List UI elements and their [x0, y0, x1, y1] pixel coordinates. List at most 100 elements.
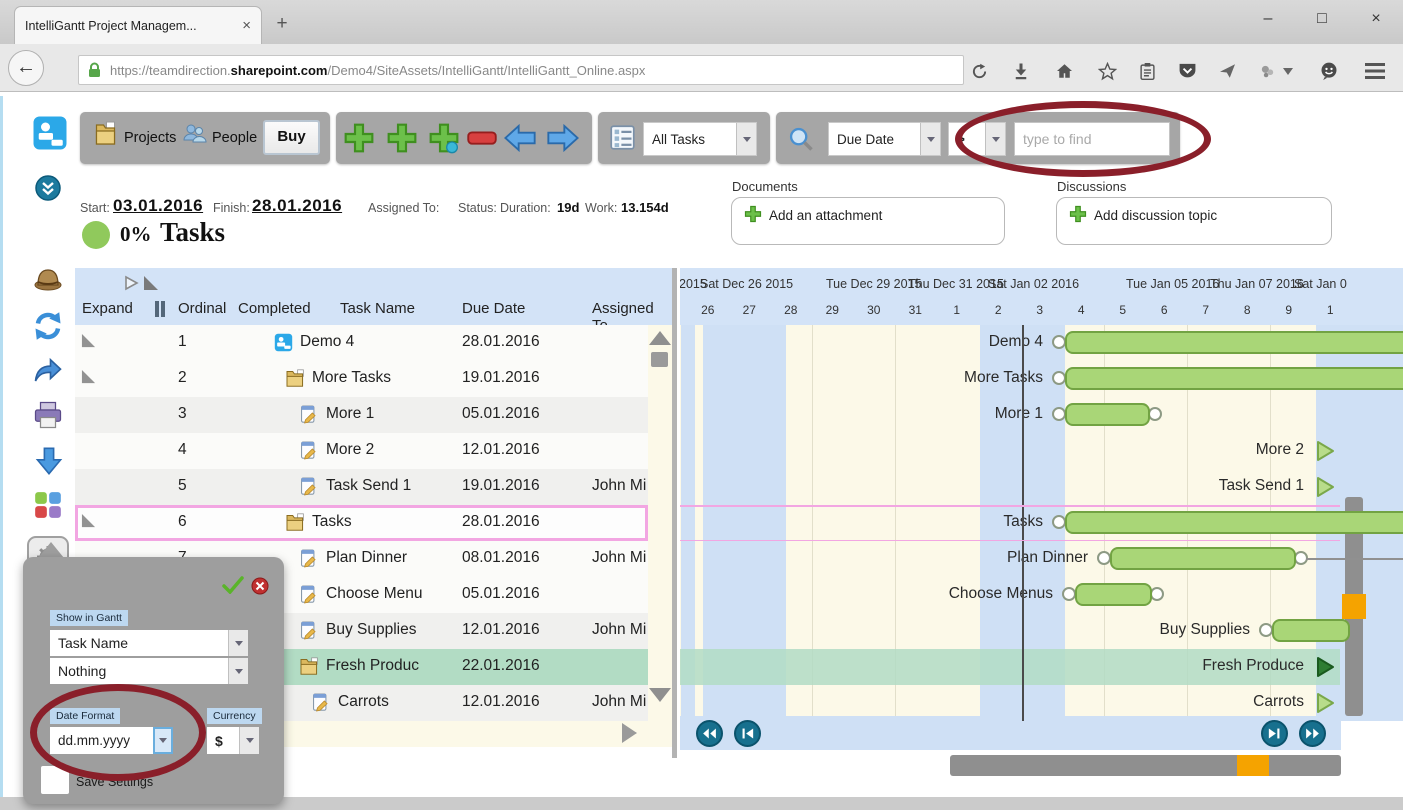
add-attachment-plus-icon[interactable]	[744, 205, 762, 228]
apply-check-icon[interactable]	[222, 576, 244, 599]
row-task-name[interactable]: Choose Menu	[326, 585, 423, 603]
link-handle-icon[interactable]	[1148, 407, 1162, 421]
show-in-gantt-select-2[interactable]: Nothing	[50, 658, 248, 684]
back-button[interactable]: ←	[8, 50, 44, 86]
table-row[interactable]: 3 More 1 05.01.2016	[75, 397, 648, 433]
col-task-name[interactable]: Task Name	[340, 300, 415, 317]
pocket-icon[interactable]	[1174, 58, 1200, 84]
table-row[interactable]: 6 Tasks 28.01.2016	[75, 505, 648, 541]
chat-smiley-icon[interactable]	[1316, 58, 1342, 84]
gantt-bar[interactable]	[1075, 583, 1152, 606]
chevron-down-icon[interactable]	[228, 658, 248, 684]
start-value[interactable]: 03.01.2016	[113, 196, 203, 216]
chevron-down-icon[interactable]	[239, 727, 259, 754]
plugin-dropdown-icon[interactable]	[1280, 58, 1296, 84]
window-minimize-button[interactable]: –	[1248, 6, 1288, 32]
add-attachment-button[interactable]: Add an attachment	[769, 208, 882, 223]
row-task-name[interactable]: Fresh Produc	[326, 657, 419, 675]
projects-button[interactable]: Projects	[124, 130, 176, 146]
gantt-vscroll-thumb[interactable]	[1342, 594, 1366, 619]
tab-close-icon[interactable]: ×	[242, 17, 251, 34]
download-icon[interactable]	[1008, 58, 1034, 84]
table-scrollbar[interactable]	[648, 325, 672, 721]
splitter-bar-icon[interactable]	[155, 301, 159, 317]
delete-task-icon[interactable]	[467, 131, 497, 150]
add-task-icon[interactable]	[343, 122, 375, 159]
search-field-select[interactable]: Due Date	[828, 122, 941, 156]
add-special-task-icon[interactable]	[428, 122, 460, 159]
gantt-bar[interactable]	[1272, 619, 1350, 642]
gantt-bar[interactable]	[1065, 511, 1403, 534]
cancel-x-icon[interactable]	[251, 577, 269, 600]
row-task-name[interactable]: Demo 4	[300, 333, 354, 351]
gantt-page-left-button[interactable]	[696, 720, 723, 747]
show-in-gantt-select-1[interactable]: Task Name	[50, 630, 248, 656]
currency-select[interactable]: $	[207, 727, 259, 754]
gantt-hscrollbar[interactable]	[950, 755, 1341, 776]
reload-icon[interactable]	[966, 58, 992, 84]
scroll-up-icon[interactable]	[649, 331, 671, 345]
row-task-name[interactable]: More 2	[326, 441, 374, 459]
table-row[interactable]: 2 More Tasks 19.01.2016	[75, 361, 648, 397]
link-handle-icon[interactable]	[1259, 623, 1273, 637]
sync-icon[interactable]	[33, 311, 63, 346]
new-tab-button[interactable]: +	[268, 12, 296, 38]
indent-arrow-icon[interactable]	[547, 123, 580, 157]
col-expand[interactable]: Expand	[82, 300, 133, 317]
col-ordinal[interactable]: Ordinal	[178, 300, 226, 317]
row-collapse-icon[interactable]	[81, 513, 96, 533]
table-row[interactable]: 4 More 2 12.01.2016	[75, 433, 648, 469]
bookmark-star-icon[interactable]	[1094, 58, 1120, 84]
chevron-down-icon[interactable]	[736, 123, 756, 155]
row-task-name[interactable]: Plan Dinner	[326, 549, 407, 567]
buy-button[interactable]: Buy	[263, 120, 320, 155]
color-grid-icon[interactable]	[34, 491, 62, 524]
link-handle-icon[interactable]	[1062, 587, 1076, 601]
col-completed[interactable]: Completed	[238, 300, 311, 317]
scroll-right-icon[interactable]	[622, 723, 637, 743]
chevron-down-icon[interactable]	[920, 123, 940, 155]
table-row[interactable]: 5 Task Send 1 19.01.2016 John Mi	[75, 469, 648, 505]
split-divider[interactable]	[672, 268, 677, 758]
window-close-button[interactable]: ×	[1356, 6, 1396, 32]
window-maximize-button[interactable]: □	[1302, 6, 1342, 32]
outdent-arrow-icon[interactable]	[503, 123, 536, 157]
home-icon[interactable]	[1051, 58, 1077, 84]
add-discussion-button[interactable]: Add discussion topic	[1094, 208, 1217, 223]
link-handle-icon[interactable]	[1052, 335, 1066, 349]
people-icon[interactable]	[181, 122, 208, 152]
projects-folder-icon[interactable]	[93, 121, 118, 152]
row-task-name[interactable]: Carrots	[338, 693, 389, 711]
continue-arrow-icon[interactable]	[1316, 440, 1335, 467]
finish-value[interactable]: 28.01.2016	[252, 196, 342, 216]
plugin-icon[interactable]	[1254, 58, 1280, 84]
gantt-skip-end-button[interactable]	[1261, 720, 1288, 747]
download-tasks-icon[interactable]	[35, 446, 63, 481]
collapse-all-icon[interactable]	[143, 275, 159, 296]
expand-all-icon[interactable]	[123, 274, 140, 297]
share-icon[interactable]	[33, 356, 63, 391]
splitter-bar-icon[interactable]	[161, 301, 165, 317]
continue-arrow-icon[interactable]	[1316, 476, 1335, 503]
chevron-down-icon[interactable]	[228, 630, 248, 656]
row-task-name[interactable]: More Tasks	[312, 369, 391, 387]
menu-hamburger-icon[interactable]	[1362, 58, 1388, 84]
hat-icon[interactable]	[33, 264, 63, 298]
add-discussion-plus-icon[interactable]	[1069, 205, 1087, 228]
link-handle-icon[interactable]	[1052, 407, 1066, 421]
url-field[interactable]: https://teamdirection.sharepoint.com/Dem…	[78, 55, 964, 85]
people-button[interactable]: People	[212, 130, 257, 146]
scroll-down-icon[interactable]	[649, 688, 671, 702]
table-row[interactable]: 1 Demo 4 28.01.2016	[75, 325, 648, 361]
print-icon[interactable]	[33, 401, 63, 434]
task-filter-select[interactable]: All Tasks	[643, 122, 757, 156]
link-handle-icon[interactable]	[1097, 551, 1111, 565]
continue-arrow-icon[interactable]	[1316, 692, 1335, 719]
gantt-page-right-button[interactable]	[1299, 720, 1326, 747]
link-handle-icon[interactable]	[1052, 371, 1066, 385]
row-collapse-icon[interactable]	[81, 369, 96, 389]
row-task-name[interactable]: Buy Supplies	[326, 621, 416, 639]
gantt-bar[interactable]	[1110, 547, 1296, 570]
col-due-date[interactable]: Due Date	[462, 300, 525, 317]
gantt-bar[interactable]	[1065, 367, 1403, 390]
